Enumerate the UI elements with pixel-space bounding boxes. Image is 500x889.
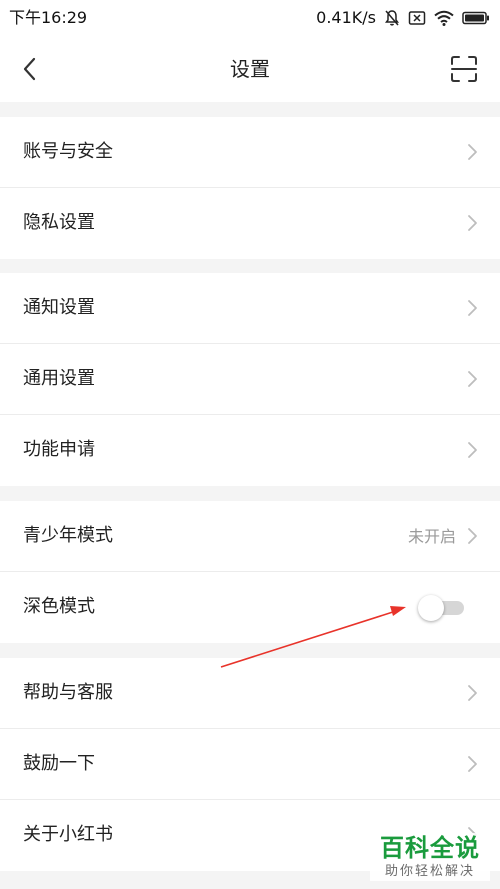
row-label: 账号与安全: [23, 141, 113, 162]
chevron-right-icon: [468, 528, 477, 544]
network-speed: 0.41K/s: [316, 8, 376, 27]
sim-off-icon: [408, 11, 426, 25]
row-label: 青少年模式: [23, 525, 113, 546]
toggle-knob: [418, 595, 444, 621]
battery-icon: [462, 11, 489, 25]
settings-section-modes: 青少年模式 未开启 深色模式: [0, 501, 500, 643]
settings-section-account: 账号与安全 隐私设置: [0, 117, 500, 259]
watermark-logo: 百科全说 助你轻松解决: [370, 833, 490, 881]
row-label: 鼓励一下: [23, 753, 95, 774]
settings-row-teen-mode[interactable]: 青少年模式 未开启: [0, 501, 500, 572]
status-time: 下午16:29: [9, 8, 88, 27]
settings-row-privacy[interactable]: 隐私设置: [0, 188, 500, 259]
scan-icon[interactable]: [450, 55, 478, 83]
teen-mode-status: 未开启: [407, 527, 456, 546]
settings-row-notifications[interactable]: 通知设置: [0, 273, 500, 344]
chevron-right-icon: [468, 300, 477, 316]
row-label: 关于小红书: [23, 824, 113, 845]
status-icons: 0.41K/s: [316, 8, 490, 28]
watermark-subtitle: 助你轻松解决: [384, 864, 475, 879]
page-title: 设置: [230, 57, 270, 81]
settings-row-dark-mode: 深色模式: [0, 572, 500, 643]
row-label: 通用设置: [23, 368, 95, 389]
chevron-right-icon: [468, 371, 477, 387]
dark-mode-toggle[interactable]: [418, 595, 464, 621]
row-label: 深色模式: [23, 596, 95, 617]
wifi-icon: [434, 10, 454, 26]
chevron-right-icon: [468, 442, 477, 458]
settings-row-general[interactable]: 通用设置: [0, 344, 500, 415]
row-label: 通知设置: [23, 297, 95, 318]
settings-row-feature-request[interactable]: 功能申请: [0, 415, 500, 486]
nav-bar: 设置: [0, 36, 500, 102]
chevron-right-icon: [468, 756, 477, 772]
row-label: 帮助与客服: [23, 682, 113, 703]
settings-section-general: 通知设置 通用设置 功能申请: [0, 273, 500, 486]
row-label: 功能申请: [23, 439, 95, 460]
watermark-title: 百科全说: [380, 834, 480, 862]
row-label: 隐私设置: [23, 212, 95, 233]
settings-row-account-security[interactable]: 账号与安全: [0, 117, 500, 188]
status-bar: 下午16:29 0.41K/s: [0, 0, 500, 36]
chevron-right-icon: [468, 144, 477, 160]
bell-muted-icon: [385, 10, 399, 26]
chevron-right-icon: [468, 215, 477, 231]
settings-screen: 下午16:29 0.41K/s 设置 账号与安全 隐私设置 通知设置 通用设置 …: [0, 0, 500, 889]
settings-row-help[interactable]: 帮助与客服: [0, 658, 500, 729]
chevron-right-icon: [468, 685, 477, 701]
settings-row-encourage[interactable]: 鼓励一下: [0, 729, 500, 800]
